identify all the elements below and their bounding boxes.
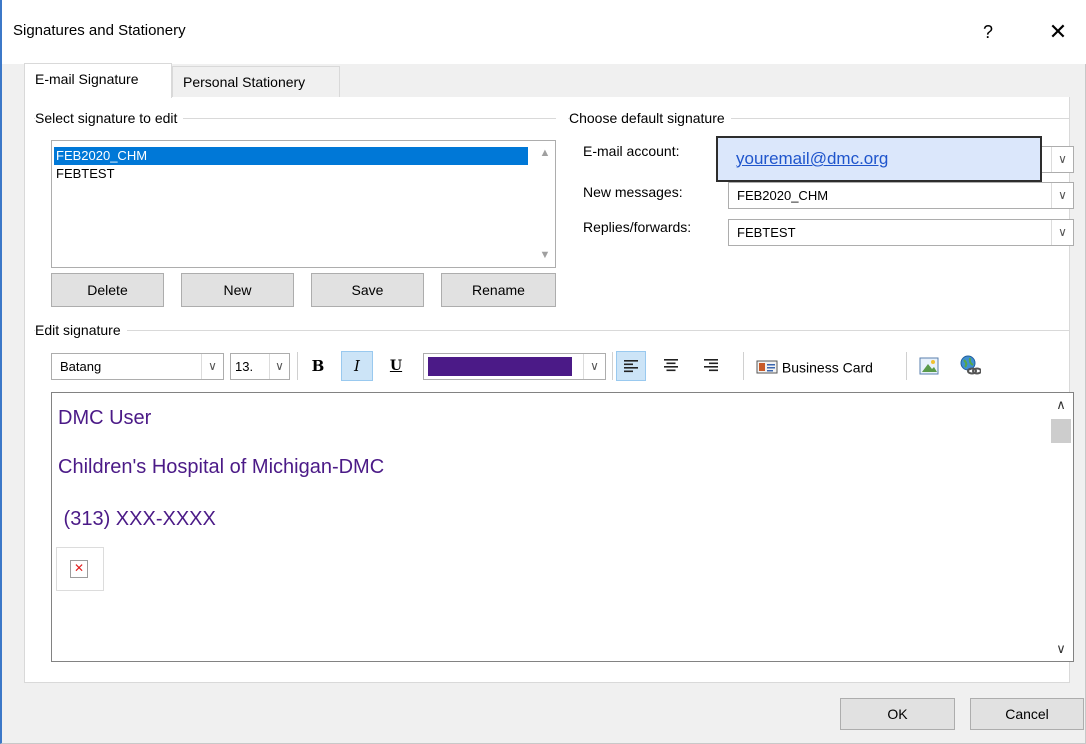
new-button[interactable]: New <box>181 273 294 307</box>
italic-button[interactable]: I <box>341 351 373 381</box>
broken-image-placeholder: ✕ <box>56 547 104 591</box>
align-left-button[interactable] <box>616 351 646 381</box>
email-account-label: E-mail account: <box>583 143 680 159</box>
font-name-select[interactable]: Batang ∨ <box>51 353 224 380</box>
signature-list-scrollbar[interactable]: ▲ ▼ <box>535 141 555 267</box>
new-messages-value: FEB2020_CHM <box>737 188 829 203</box>
save-button[interactable]: Save <box>311 273 424 307</box>
replies-forwards-label: Replies/forwards: <box>583 219 692 235</box>
insert-picture-icon <box>919 357 939 375</box>
scroll-down-icon[interactable]: ▼ <box>535 249 555 261</box>
tab-email-signature-label: E-mail Signature <box>35 71 139 87</box>
hyperlink-button[interactable] <box>955 351 985 381</box>
email-account-highlight: youremail@dmc.org <box>716 136 1042 182</box>
font-size-select[interactable]: 13. ∨ <box>230 353 290 380</box>
toolbar-separator <box>906 352 907 380</box>
replies-forwards-select[interactable]: FEBTEST ∨ <box>728 219 1074 246</box>
chevron-down-icon[interactable]: ∨ <box>201 354 223 379</box>
tab-personal-stationery[interactable]: Personal Stationery <box>172 66 340 98</box>
broken-image-icon: ✕ <box>70 560 88 578</box>
hyperlink-icon <box>960 355 982 375</box>
signature-line-name: DMC User <box>58 407 152 429</box>
edit-signature-label: Edit signature <box>35 322 127 338</box>
chevron-down-icon[interactable]: ∨ <box>269 354 289 379</box>
bold-button[interactable]: B <box>305 351 331 381</box>
delete-button[interactable]: Delete <box>51 273 164 307</box>
editor-scrollbar[interactable]: ∧ ∨ <box>1049 393 1073 661</box>
scroll-down-icon[interactable]: ∨ <box>1049 641 1073 657</box>
insert-picture-button[interactable] <box>914 351 944 381</box>
chevron-down-icon[interactable]: ∨ <box>1051 183 1073 208</box>
tab-personal-stationery-label: Personal Stationery <box>183 74 306 90</box>
email-account-value: youremail@dmc.org <box>736 149 889 168</box>
signature-list[interactable]: FEB2020_CHM FEBTEST ▲ ▼ <box>51 140 556 268</box>
align-center-icon <box>664 359 678 372</box>
close-button[interactable]: ✕ <box>1038 14 1078 50</box>
default-signature-label: Choose default signature <box>569 110 731 126</box>
new-messages-select[interactable]: FEB2020_CHM ∨ <box>728 182 1074 209</box>
toolbar-separator <box>612 352 613 380</box>
editor-scroll-thumb[interactable] <box>1051 419 1071 443</box>
edit-signature-group-line <box>34 330 1070 331</box>
list-item[interactable]: FEB2020_CHM <box>54 147 528 165</box>
business-card-icon <box>756 360 778 374</box>
font-name-value: Batang <box>60 359 102 374</box>
list-item[interactable]: FEBTEST <box>54 165 528 183</box>
chevron-down-icon[interactable]: ∨ <box>583 354 605 379</box>
font-size-value: 13. <box>235 359 254 374</box>
underline-button[interactable]: U <box>383 351 409 381</box>
tab-email-signature[interactable]: E-mail Signature <box>24 63 172 98</box>
rename-button[interactable]: Rename <box>441 273 556 307</box>
business-card-label: Business Card <box>781 359 873 376</box>
cancel-button[interactable]: Cancel <box>970 698 1084 730</box>
select-signature-label: Select signature to edit <box>35 110 184 126</box>
scroll-up-icon[interactable]: ∧ <box>1049 397 1073 413</box>
align-center-button[interactable] <box>656 351 686 381</box>
align-right-button[interactable] <box>696 351 726 381</box>
title-bar: Signatures and Stationery ? ✕ <box>2 0 1086 64</box>
align-right-icon <box>704 359 718 372</box>
signature-line-phone: (313) XXX-XXXX <box>58 508 216 530</box>
window-title: Signatures and Stationery <box>13 22 186 39</box>
signatures-dialog: Signatures and Stationery ? ✕ E-mail Sig… <box>0 0 1086 744</box>
help-button[interactable]: ? <box>968 14 1008 50</box>
signature-editor[interactable]: DMC User Children's Hospital of Michigan… <box>51 392 1074 662</box>
signature-line-organization: Children's Hospital of Michigan-DMC <box>58 456 385 478</box>
new-messages-label: New messages: <box>583 184 683 200</box>
scroll-up-icon[interactable]: ▲ <box>535 147 555 159</box>
align-left-icon <box>624 360 638 373</box>
ok-button[interactable]: OK <box>840 698 955 730</box>
toolbar-separator <box>743 352 744 380</box>
chevron-down-icon[interactable]: ∨ <box>1051 147 1073 172</box>
font-color-swatch <box>428 357 572 376</box>
font-color-select[interactable]: ∨ <box>423 353 606 380</box>
toolbar-separator <box>297 352 298 380</box>
chevron-down-icon[interactable]: ∨ <box>1051 220 1073 245</box>
business-card-button[interactable]: Business Card <box>752 351 896 381</box>
replies-forwards-value: FEBTEST <box>737 225 796 240</box>
